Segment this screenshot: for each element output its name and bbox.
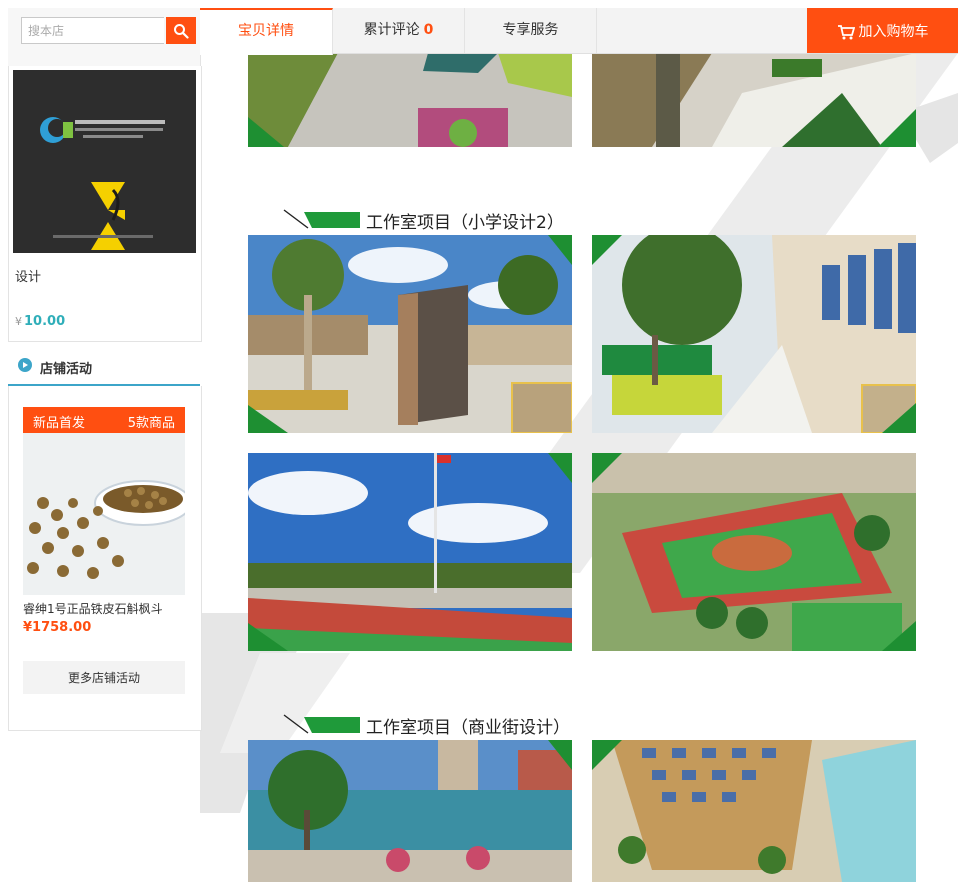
product-name[interactable]: 设计 <box>15 266 41 285</box>
search-input[interactable] <box>21 17 164 44</box>
project-photo <box>248 740 572 882</box>
project-photo <box>592 453 916 651</box>
currency-symbol: ¥ <box>15 315 22 328</box>
add-to-cart-button[interactable]: 加入购物车 <box>807 8 958 53</box>
more-activities-button[interactable]: 更多店铺活动 <box>23 661 185 694</box>
section-title-decoration <box>283 714 360 734</box>
dendrobium-photo <box>23 433 185 595</box>
project-photo <box>592 740 916 882</box>
review-count: 0 <box>423 22 434 38</box>
new-product-banner[interactable]: 新品首发 5款商品 <box>23 407 185 433</box>
project-photo <box>248 453 572 651</box>
price-value: 10.00 <box>24 314 66 329</box>
detail-content: 工作室项目（小学设计2） 工作室项目（商业街设计） <box>200 53 958 882</box>
project-photo <box>592 235 916 433</box>
tab-services[interactable]: 专享服务 <box>465 8 597 53</box>
activity-product-image[interactable] <box>23 433 185 595</box>
cart-label: 加入购物车 <box>858 23 929 40</box>
project-photo <box>248 53 572 147</box>
shop-activity-title: 店铺活动 <box>40 362 93 377</box>
product-card[interactable]: 设计 ¥10.00 <box>8 66 202 342</box>
section-title: 工作室项目（商业街设计） <box>366 718 570 738</box>
shop-search <box>8 8 201 67</box>
product-image[interactable] <box>13 70 196 253</box>
activity-product-price: ¥1758.00 <box>23 620 92 635</box>
activity-product-name[interactable]: 睿绅1号正品铁皮石斛枫斗 <box>23 600 163 617</box>
project-photo <box>248 235 572 433</box>
tab-reviews[interactable]: 累计评论 0 <box>333 8 465 53</box>
tab-item-details[interactable]: 宝贝详情 <box>200 8 333 55</box>
banner-right-label: 5款商品 <box>127 416 175 431</box>
tab-label: 累计评论 <box>363 22 420 38</box>
cart-icon <box>837 24 855 39</box>
tab-label: 宝贝详情 <box>238 23 294 39</box>
search-button[interactable] <box>166 17 196 44</box>
section-title-decoration <box>283 209 360 229</box>
shop-activity-card: 新品首发 5款商品 睿绅1号正品铁皮石斛枫斗 ¥1758.00 更多店铺活动 <box>8 386 202 731</box>
arrow-circle-icon <box>18 358 32 372</box>
landscape-logo-image <box>13 70 196 253</box>
search-icon <box>174 23 189 39</box>
banner-left-label: 新品首发 <box>33 416 86 431</box>
sidebar: 设计 ¥10.00 店铺活动 新品首发 5款商品 <box>0 0 210 882</box>
product-price: ¥10.00 <box>15 314 65 329</box>
detail-tabbar: 宝贝详情 累计评论 0 专享服务 加入购物车 <box>200 8 958 55</box>
tab-label: 专享服务 <box>502 22 559 38</box>
project-photo <box>592 53 916 147</box>
section-title: 工作室项目（小学设计2） <box>366 213 564 233</box>
shop-activity-header: 店铺活动 <box>8 350 200 386</box>
